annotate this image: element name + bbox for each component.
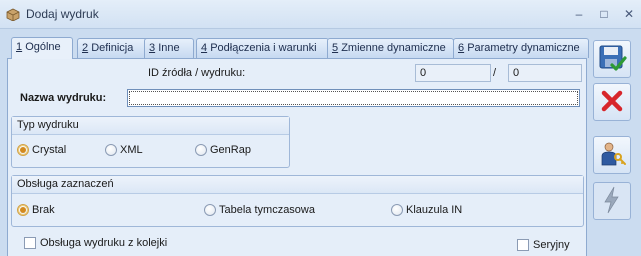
selection-handling-group: Obsługa zaznaczeń Brak Tabela tymczasowa… <box>11 175 584 227</box>
serial-checkbox-box <box>517 239 529 251</box>
radio-brak[interactable]: Brak <box>17 204 55 216</box>
radio-xml-dot <box>105 144 117 156</box>
app-box-icon <box>6 8 20 22</box>
radio-klauzula-dot <box>391 204 403 216</box>
tab-parametry[interactable]: 6 Parametry dynamiczne <box>453 38 589 58</box>
cancel-icon <box>598 87 626 118</box>
maximize-button[interactable]: □ <box>596 6 612 22</box>
title-bar: Dodaj wydruk – □ ✕ <box>0 0 641 29</box>
save-icon <box>597 43 627 76</box>
radio-tabela-dot <box>204 204 216 216</box>
save-button[interactable] <box>593 40 631 78</box>
users-key-button[interactable] <box>593 136 631 174</box>
serial-checkbox[interactable]: Seryjny <box>517 239 570 251</box>
selection-handling-title: Obsługa zaznaczeń <box>12 176 583 194</box>
minimize-button[interactable]: – <box>571 6 587 22</box>
close-button[interactable]: ✕ <box>621 6 637 22</box>
tab-zmienne[interactable]: 5 Zmienne dynamiczne <box>327 38 454 58</box>
radio-crystal[interactable]: Crystal <box>17 144 66 156</box>
cancel-button[interactable] <box>593 83 631 121</box>
dialog-window: Dodaj wydruk – □ ✕ 1 Ogólne 2 Definicja … <box>0 0 641 256</box>
tab-inne[interactable]: 3 Inne <box>144 38 194 58</box>
queue-checkbox-box <box>24 237 36 249</box>
name-label: Nazwa wydruku: <box>20 92 107 104</box>
radio-klauzula[interactable]: Klauzula IN <box>391 204 462 216</box>
lightning-icon <box>599 185 625 218</box>
id-source-field: 0 <box>415 64 491 82</box>
id-label: ID źródła / wydruku: <box>148 67 246 79</box>
lightning-button[interactable] <box>593 182 631 220</box>
tab-definicja[interactable]: 2 Definicja <box>77 38 151 58</box>
print-type-group: Typ wydruku Crystal XML GenRap <box>11 116 290 168</box>
print-type-title: Typ wydruku <box>12 117 289 135</box>
radio-crystal-dot <box>17 144 29 156</box>
radio-brak-dot <box>17 204 29 216</box>
radio-genrap[interactable]: GenRap <box>195 144 251 156</box>
radio-xml[interactable]: XML <box>105 144 143 156</box>
id-print-field: 0 <box>508 64 582 82</box>
tab-podlaczenia[interactable]: 4 Podłączenia i warunki <box>196 38 329 58</box>
user-key-icon <box>597 139 627 172</box>
id-separator: / <box>493 67 497 79</box>
radio-tabela[interactable]: Tabela tymczasowa <box>204 204 315 216</box>
radio-genrap-dot <box>195 144 207 156</box>
tab-ogolne[interactable]: 1 Ogólne <box>11 37 73 59</box>
queue-checkbox[interactable]: Obsługa wydruku z kolejki <box>24 237 167 249</box>
general-tab-panel: ID źródła / wydruku: 0 / 0 Nazwa wydruku… <box>7 58 587 256</box>
name-input[interactable] <box>127 89 580 107</box>
window-title: Dodaj wydruk <box>26 7 99 21</box>
